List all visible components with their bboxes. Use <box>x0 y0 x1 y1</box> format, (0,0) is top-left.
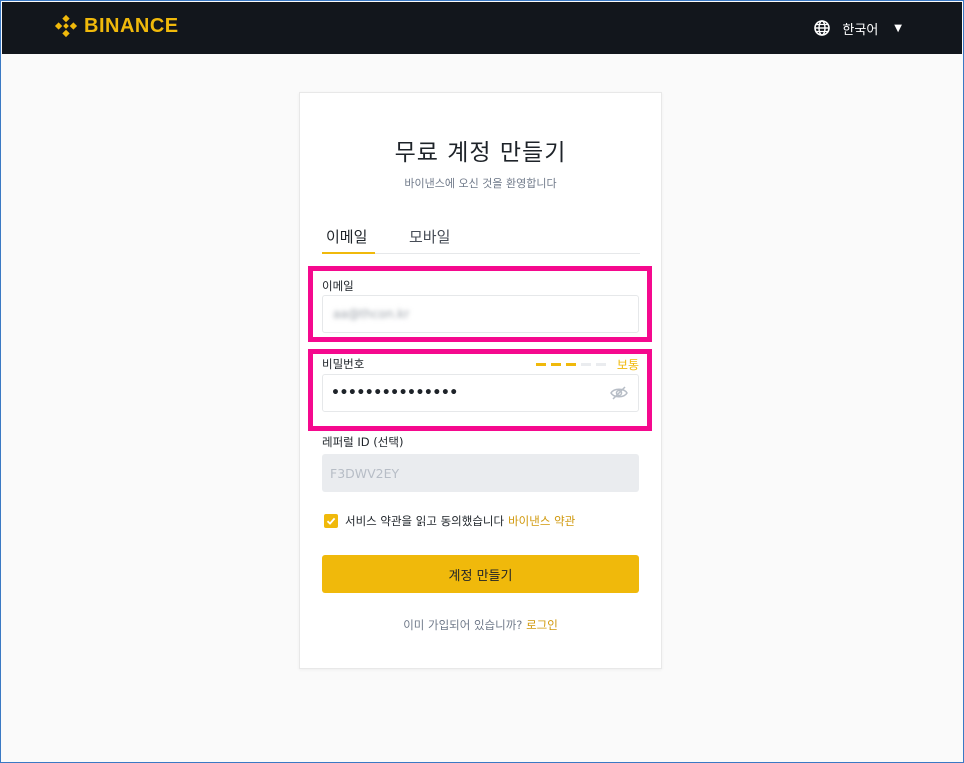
terms-agreement: 서비스 약관을 읽고 동의했습니다 바이낸스 약관 <box>324 513 575 529</box>
create-account-button[interactable]: 계정 만들기 <box>322 555 639 593</box>
brand-name: BINANCE <box>84 14 179 37</box>
referral-label: 레퍼럴 ID (선택) <box>322 435 404 449</box>
tab-mobile[interactable]: 모바일 <box>409 226 450 247</box>
email-highlight-box <box>308 266 652 342</box>
page-title: 무료 계정 만들기 <box>394 140 567 166</box>
login-link[interactable]: 로그인 <box>526 618 558 632</box>
active-tab-indicator <box>322 252 375 254</box>
language-selector[interactable]: 한국어 ▼ <box>814 16 902 40</box>
password-highlight-box <box>308 349 652 431</box>
page-subtitle: 바이낸스에 오신 것을 환영합니다 <box>404 177 557 190</box>
checkmark-icon <box>326 517 336 525</box>
tab-email[interactable]: 이메일 <box>326 226 367 247</box>
language-label: 한국어 <box>842 22 879 38</box>
terms-checkbox[interactable] <box>324 514 338 528</box>
login-prompt-line: 이미 가입되어 있습니까? 로그인 <box>300 617 661 633</box>
terms-link[interactable]: 바이낸스 약관 <box>508 513 575 529</box>
terms-text: 서비스 약관을 읽고 동의했습니다 <box>345 514 505 528</box>
referral-id-value: F3DWV2EY <box>330 465 400 481</box>
signup-tabs: 이메일 모바일 <box>322 223 640 254</box>
browser-frame: BINANCE 한국어 ▼ 무료 계정 만들기 바이낸스에 오신 것을 환영합니… <box>0 0 964 763</box>
binance-logo-icon <box>54 14 78 38</box>
binance-logo[interactable]: BINANCE <box>54 13 179 39</box>
login-prompt: 이미 가입되어 있습니까? <box>403 618 523 632</box>
caret-down-icon: ▼ <box>894 22 902 34</box>
top-navigation-bar: BINANCE 한국어 ▼ <box>2 2 962 54</box>
globe-icon <box>814 20 831 36</box>
referral-id-field[interactable]: F3DWV2EY <box>322 454 639 492</box>
